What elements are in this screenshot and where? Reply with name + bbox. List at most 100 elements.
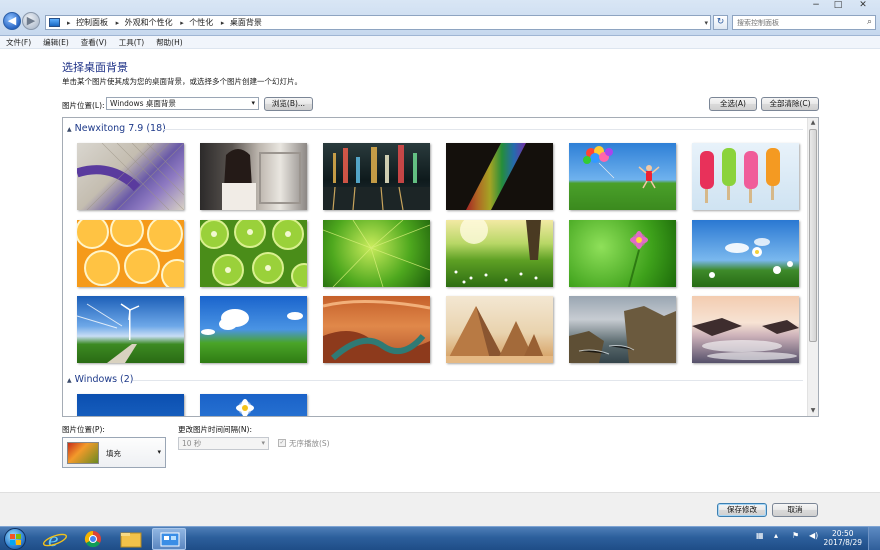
breadcrumb: ▸ 控制面板 ▸ 外观和个性化 ▸ 个性化 ▸ 桌面背景 (64, 17, 264, 29)
file-explorer-icon[interactable] (114, 528, 148, 550)
page-subtitle: 单击某个图片使其成为您的桌面背景，或选择多个图片创建一个幻灯片。 (62, 77, 302, 86)
minimize-button[interactable]: − (805, 0, 827, 11)
chevron-down-icon: ▾ (251, 99, 255, 107)
wallpaper-thumbnail[interactable] (323, 220, 430, 287)
interval-label: 更改图片时间间隔(N): (178, 425, 252, 434)
picture-position-select[interactable]: 填充 ▾ (62, 437, 166, 468)
forward-button[interactable]: ▶ (22, 12, 40, 30)
picture-position-value: 填充 (106, 449, 121, 458)
windows-logo-icon (10, 534, 21, 545)
taskbar: e ▦ ▴ ⚑ ◀) 20:50 2017/8/29 (0, 526, 880, 550)
collapse-icon[interactable]: ▲ (67, 126, 72, 133)
chevron-right-icon[interactable]: ▸ (116, 19, 120, 27)
wallpaper-thumbnail[interactable] (323, 296, 430, 363)
wallpaper-thumbnail[interactable] (569, 143, 676, 210)
search-input[interactable] (733, 16, 858, 29)
fill-preview-icon (67, 442, 99, 464)
collapse-icon[interactable]: ▲ (67, 377, 72, 384)
wallpaper-thumbnail[interactable] (77, 296, 184, 363)
search-box[interactable]: ⌕ (732, 15, 876, 30)
menu-help[interactable]: 帮助(H) (156, 36, 183, 49)
close-button[interactable]: ✕ (849, 0, 877, 11)
clear-all-button[interactable]: 全部清除(C) (761, 97, 819, 111)
shuffle-checkbox[interactable]: ✓ (278, 439, 286, 447)
interval-select[interactable]: 10 秒 ▾ (178, 437, 269, 450)
wallpaper-thumbnail[interactable] (692, 220, 799, 287)
chevron-down-icon[interactable]: ▾ (704, 17, 708, 29)
wallpaper-thumbnail[interactable] (446, 143, 553, 210)
scroll-down-icon[interactable]: ▼ (808, 406, 818, 416)
control-panel-icon (49, 18, 60, 27)
breadcrumb-item[interactable]: 桌面背景 (230, 18, 262, 27)
show-desktop-button[interactable] (868, 527, 880, 550)
group-divider (163, 129, 803, 130)
wallpaper-thumbnail[interactable] (200, 394, 307, 416)
clock[interactable]: 20:50 2017/8/29 (824, 529, 862, 547)
breadcrumb-item[interactable]: 外观和个性化 (125, 18, 173, 27)
scrollbar-thumb[interactable] (809, 129, 817, 342)
menu-edit[interactable]: 编辑(E) (43, 36, 69, 49)
picture-location-label: 图片位置(L): (62, 101, 105, 110)
wallpaper-thumbnail[interactable] (569, 296, 676, 363)
maximize-button[interactable]: □ (828, 0, 848, 11)
wallpaper-thumbnail[interactable] (446, 220, 553, 287)
group-title: Newxitong 7.9 (18) (74, 123, 166, 134)
group-header-newxitong[interactable]: ▲ Newxitong 7.9 (18) (67, 123, 166, 134)
chrome-icon[interactable] (76, 528, 110, 550)
chevron-down-icon: ▾ (157, 448, 161, 456)
flag-icon[interactable]: ⚑ (792, 531, 799, 540)
clock-date: 2017/8/29 (823, 538, 862, 547)
gallery-scrollbar[interactable]: ▲ ▼ (807, 118, 818, 416)
chevron-right-icon[interactable]: ▸ (67, 19, 71, 27)
breadcrumb-item[interactable]: 控制面板 (76, 18, 108, 27)
wallpaper-thumbnail[interactable] (446, 296, 553, 363)
wallpaper-thumbnail[interactable] (200, 296, 307, 363)
chevron-right-icon[interactable]: ▸ (221, 19, 225, 27)
scroll-up-icon[interactable]: ▲ (808, 118, 818, 128)
chevron-down-icon: ▾ (261, 439, 265, 447)
svg-text:e: e (48, 530, 59, 550)
wallpaper-thumbnail[interactable] (569, 220, 676, 287)
group-divider (133, 380, 803, 381)
network-icon[interactable]: ▦ (756, 531, 764, 540)
menu-tools[interactable]: 工具(T) (119, 36, 144, 49)
picture-location-select[interactable]: Windows 桌面背景 ▾ (106, 97, 259, 110)
clock-time: 20:50 (831, 529, 854, 538)
cancel-button[interactable]: 取消 (772, 503, 818, 517)
shuffle-label: 无序播放(S) (289, 439, 330, 448)
select-all-button[interactable]: 全选(A) (709, 97, 757, 111)
address-bar-region: ◀ ▶ ▸ 控制面板 ▸ 外观和个性化 ▸ 个性化 ▸ 桌面背景 ▾ ↻ ⌕ −… (0, 0, 880, 36)
menu-file[interactable]: 文件(F) (6, 36, 31, 49)
volume-icon[interactable]: ◀) (809, 531, 818, 540)
save-button[interactable]: 保存修改 (717, 503, 767, 517)
control-panel-taskbar-icon[interactable] (152, 528, 186, 550)
chevron-right-icon[interactable]: ▸ (180, 19, 184, 27)
back-button[interactable]: ◀ (3, 12, 21, 30)
search-icon[interactable]: ⌕ (867, 17, 872, 27)
dialog-footer: 保存修改 取消 (0, 492, 880, 526)
wallpaper-thumbnail[interactable] (692, 296, 799, 363)
wallpaper-thumbnail[interactable] (77, 220, 184, 287)
picture-location-value: Windows 桌面背景 (110, 99, 176, 108)
group-header-windows[interactable]: ▲ Windows (2) (67, 374, 134, 385)
interval-value: 10 秒 (182, 439, 202, 448)
wallpaper-thumbnail[interactable] (77, 394, 184, 416)
wallpaper-gallery[interactable]: ▲ Newxitong 7.9 (18) ▲ Windows (2) ▲ ▼ (62, 117, 819, 417)
address-bar[interactable]: ▸ 控制面板 ▸ 外观和个性化 ▸ 个性化 ▸ 桌面背景 ▾ (45, 15, 711, 30)
chevron-up-icon[interactable]: ▴ (774, 531, 778, 540)
menu-view[interactable]: 查看(V) (81, 36, 107, 49)
page-title: 选择桌面背景 (62, 61, 128, 74)
wallpaper-thumbnail[interactable] (323, 143, 430, 210)
wallpaper-thumbnail[interactable] (77, 143, 184, 210)
breadcrumb-item[interactable]: 个性化 (189, 18, 213, 27)
internet-explorer-icon[interactable]: e (38, 528, 72, 550)
start-button[interactable] (4, 528, 26, 550)
wallpaper-thumbnail[interactable] (692, 143, 799, 210)
refresh-button[interactable]: ↻ (713, 15, 728, 30)
group-title: Windows (2) (74, 374, 134, 385)
wallpaper-thumbnail[interactable] (200, 143, 307, 210)
menu-bar: 文件(F) 编辑(E) 查看(V) 工具(T) 帮助(H) (0, 36, 880, 49)
picture-position-label: 图片位置(P): (62, 425, 105, 434)
browse-button[interactable]: 浏览(B)... (264, 97, 313, 111)
wallpaper-thumbnail[interactable] (200, 220, 307, 287)
